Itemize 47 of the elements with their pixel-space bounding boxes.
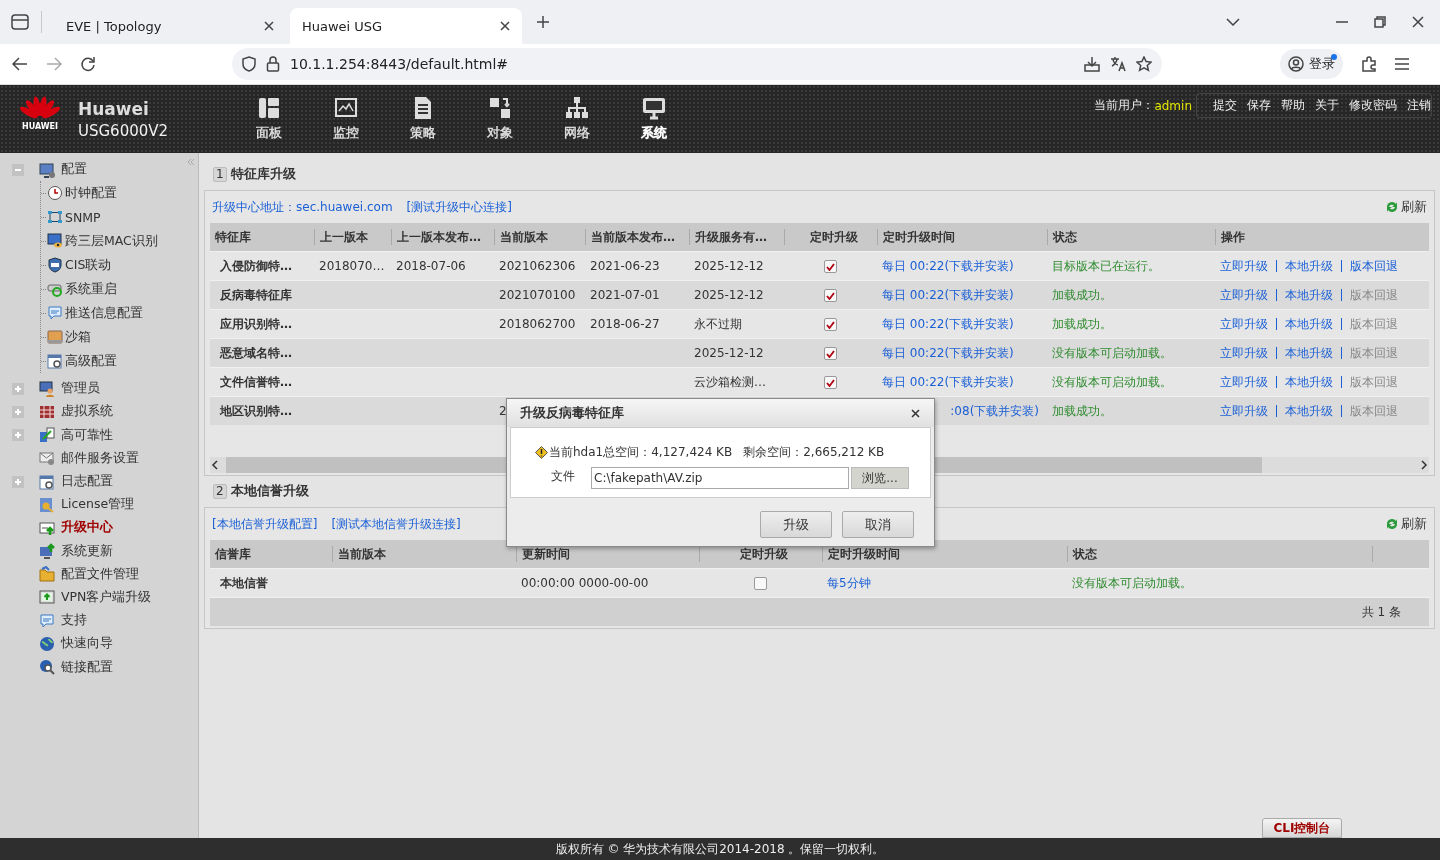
table-cell: 反病毒特征库 (220, 287, 292, 302)
table-cell: 2021070100 (499, 288, 576, 302)
section-title: 本地信誉升级 (230, 483, 309, 500)
table-cell: 2018062700 (499, 317, 576, 331)
step-number: 2 (213, 484, 227, 499)
table-cell: 2018070… (319, 259, 385, 273)
table-cell: 2025-12-12 (694, 288, 764, 302)
table-cell: 2018-06-27 (590, 317, 660, 331)
table-cell: 2 (499, 404, 507, 418)
copyright-text: 版权所有 © 华为技术有限公司2014-2018 。保留一切权利。 (555, 840, 885, 858)
column-header: 信誉库 (213, 546, 252, 562)
table-cell: 恶意域名特… (220, 345, 292, 360)
table-cell: 永不过期 (694, 316, 742, 331)
status-text: 没有版本可启动加载。 (1052, 345, 1172, 360)
table-cell: 2025-12-12 (694, 259, 764, 273)
table-cell: 文件信誉特… (220, 374, 292, 389)
table-cell: 2018-07-06 (396, 259, 466, 273)
status-text: 加载成功。 (1052, 287, 1112, 302)
status-text: 没有版本可启动加载。 (1052, 374, 1172, 389)
table-cell: 入侵防御特… (220, 258, 292, 273)
column-header: 特征库 (214, 229, 252, 245)
step-number: 1 (213, 167, 227, 182)
brand-name: Huawei (78, 98, 150, 119)
status-text: 加载成功。 (1052, 403, 1112, 418)
table-cell: 本地信誉 (220, 575, 268, 590)
table-cell: 00:00:00 0000-00-00 (521, 576, 649, 590)
table-cell: 2025-12-12 (694, 346, 764, 360)
status-text: 加载成功。 (1052, 316, 1112, 331)
table-cell: 地区识别特… (220, 403, 292, 418)
user-label: 当前用户： (1094, 97, 1155, 114)
user-name: admin (1154, 98, 1192, 113)
dialog-title: 升级反病毒特征库 (520, 404, 624, 422)
status-text: 目标版本已在运行。 (1052, 258, 1160, 273)
status-text: 没有版本可启动加载。 (1072, 575, 1192, 590)
column-header: 操作 (1215, 229, 1429, 245)
table-cell: 云沙箱检测… (694, 374, 766, 389)
device-model: USG6000V2 (78, 121, 170, 140)
record-count: 共 1 条 (1361, 603, 1401, 621)
disk-total-space: 当前hda1总空间：4,127,424 KB (549, 444, 733, 461)
table-cell: 2021-06-23 (590, 259, 660, 273)
logo-text: HUAWEI (21, 122, 58, 131)
table-cell: 应用识别特… (220, 316, 292, 331)
table-cell: 2021-07-01 (590, 288, 660, 302)
field-label: 文件 (550, 467, 576, 485)
section-title: 特征库升级 (230, 166, 296, 183)
disk-free-space: 剩余空间：2,665,212 KB (743, 444, 885, 461)
table-cell: 2021062306 (499, 259, 576, 273)
